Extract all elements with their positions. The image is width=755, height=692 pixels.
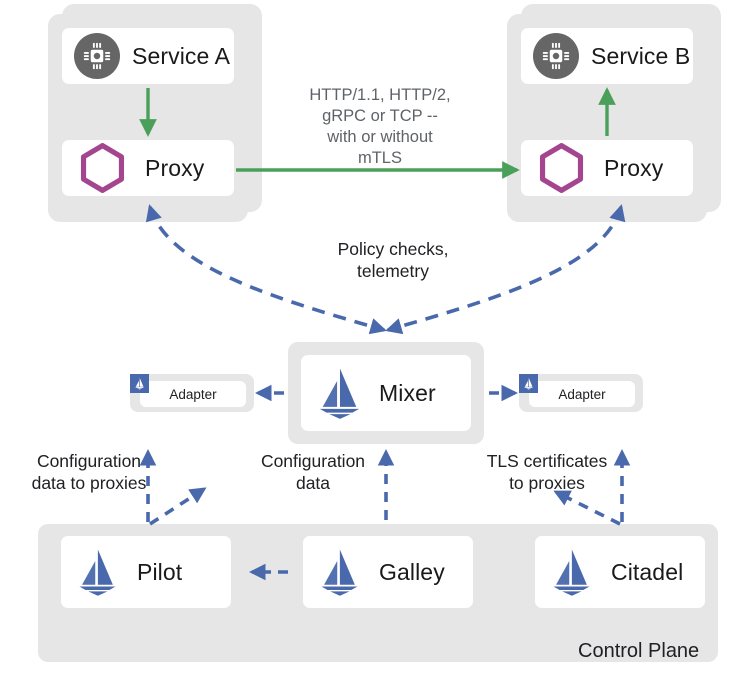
galley-label: Galley — [379, 558, 445, 585]
config-data-label: Configuration data — [260, 451, 366, 493]
istio-sailboat-icon — [549, 547, 593, 597]
cpu-chip-icon — [533, 33, 579, 79]
cpu-chip-icon — [74, 33, 120, 79]
service-b-proxy-label: Proxy — [604, 154, 664, 181]
istio-sailboat-icon — [75, 547, 119, 597]
service-b-label: Service B — [591, 42, 691, 69]
adapter-right-label: Adapter — [558, 386, 606, 402]
hexagon-icon — [539, 143, 584, 193]
adapter-left-card[interactable]: Adapter — [140, 381, 246, 407]
istio-sailboat-icon — [315, 366, 363, 420]
mixer-label: Mixer — [379, 379, 436, 406]
arrow-galley-to-pilot-diagonal — [149, 487, 207, 526]
service-a-proxy-label: Proxy — [145, 154, 205, 181]
pilot-label: Pilot — [137, 558, 183, 585]
protocol-label: HTTP/1.1, HTTP/2, gRPC or TCP -- with or… — [309, 86, 451, 167]
istio-sailboat-icon — [317, 547, 361, 597]
adapter-left-label: Adapter — [169, 386, 217, 402]
arrow-citadel-diagonal — [553, 490, 621, 526]
istio-sailboat-badge-icon — [130, 374, 149, 393]
galley-card[interactable]: Galley — [303, 536, 473, 608]
service-a-card[interactable]: Service A — [62, 28, 234, 84]
control-plane-label: Control Plane — [578, 640, 700, 662]
mixer-card[interactable]: Mixer — [301, 355, 471, 431]
citadel-card[interactable]: Citadel — [535, 536, 705, 608]
tls-certs-label: TLS certificates to proxies — [486, 451, 608, 493]
service-a-proxy-card[interactable]: Proxy — [62, 140, 234, 196]
istio-sailboat-badge-icon — [519, 374, 538, 393]
pilot-card[interactable]: Pilot — [61, 536, 231, 608]
diagram-canvas: Service A Proxy Service B Proxy Mixer Ad… — [0, 0, 755, 692]
service-b-card[interactable]: Service B — [521, 28, 693, 84]
adapter-right-card[interactable]: Adapter — [529, 381, 635, 407]
service-a-label: Service A — [132, 42, 231, 69]
citadel-label: Citadel — [611, 558, 684, 585]
service-b-proxy-card[interactable]: Proxy — [521, 140, 693, 196]
config-to-proxies-label: Configuration data to proxies — [31, 451, 147, 493]
hexagon-icon — [80, 143, 125, 193]
policy-checks-label: Policy checks, telemetry — [337, 239, 449, 281]
